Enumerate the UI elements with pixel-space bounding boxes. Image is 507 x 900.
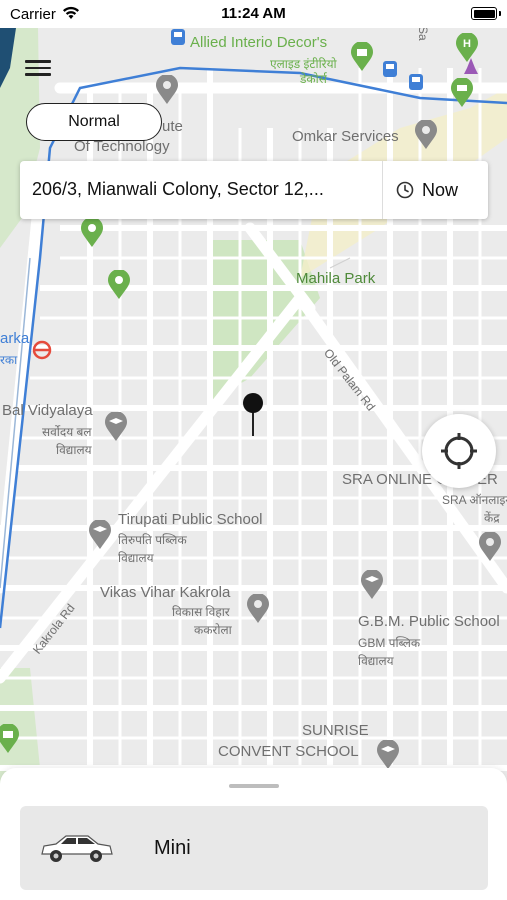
shopping-pin-icon[interactable] — [350, 42, 374, 72]
poi-label-omkar: Omkar Services — [292, 128, 399, 145]
svg-text:H: H — [463, 38, 471, 50]
poi-label-allied-hi-2: डेकोर्स — [300, 72, 327, 86]
poi-label-vikas-vihar: Vikas Vihar Kakrola — [100, 584, 231, 601]
school-pin-icon[interactable] — [88, 520, 112, 550]
map-pin-icon[interactable] — [246, 594, 270, 624]
poi-label-sra-hi-2: केंद्र — [484, 511, 500, 525]
current-location-button[interactable] — [422, 414, 496, 488]
road-label-sa: Sa — [416, 28, 430, 41]
poi-label-gbm: G.B.M. Public School — [358, 613, 500, 630]
map-pin-icon[interactable] — [478, 532, 502, 562]
clock-icon — [396, 181, 414, 199]
pickup-address-bar: 206/3, Mianwali Colony, Sector 12,... No… — [20, 161, 488, 219]
pickup-address-text[interactable]: 206/3, Mianwali Colony, Sector 12,... — [32, 179, 364, 200]
bus-stop-icon — [171, 29, 185, 45]
map-mode-button[interactable]: Normal — [26, 103, 162, 141]
battery-icon — [471, 7, 497, 20]
poi-label-sunrise-2: CONVENT SCHOOL — [218, 743, 359, 760]
park-pin-icon[interactable] — [107, 270, 131, 300]
pickup-location-pin-icon — [243, 393, 263, 436]
vehicle-option-mini[interactable]: Mini — [20, 806, 488, 890]
bus-stop-icon — [409, 74, 423, 90]
school-pin-icon[interactable] — [360, 570, 384, 600]
battery-tip — [499, 11, 501, 16]
school-pin-icon[interactable] — [376, 740, 400, 770]
poi-label-sra-hi-1: SRA ऑनलाइन — [442, 493, 507, 507]
rail-line — [0, 257, 31, 589]
poi-label-allied: Allied Interio Decor's — [190, 34, 328, 51]
poi-label-bal-hi-1: सर्वोदय बल — [42, 425, 92, 439]
poi-label-institute-1: ute — [162, 118, 183, 135]
poi-label-bal-vidyalaya: Bal Vidyalaya — [2, 402, 93, 419]
ride-time-picker[interactable]: Now — [382, 161, 488, 219]
shopping-pin-icon[interactable] — [0, 724, 20, 754]
hamburger-menu-icon[interactable] — [22, 56, 54, 82]
car-icon — [41, 835, 113, 862]
sheet-drag-handle[interactable] — [229, 784, 279, 788]
clock-time: 11:24 AM — [221, 5, 286, 22]
bus-stop-icon — [383, 61, 397, 77]
temple-icon — [464, 58, 478, 74]
poi-label-tirupati-hi-2: विद्यालय — [118, 551, 154, 565]
poi-label-gbm-hi-2: विद्यालय — [358, 654, 394, 668]
poi-label-vikas-hi-1: विकास विहार — [172, 605, 230, 619]
poi-label-bal-hi-2: विद्यालय — [56, 443, 92, 457]
park-pin-icon[interactable] — [80, 218, 104, 248]
status-bar: Carrier 11:24 AM — [0, 0, 507, 28]
ride-time-label: Now — [422, 179, 459, 200]
poi-label-tirupati-hi-1: तिरुपति पब्लिक — [118, 533, 187, 547]
map-pin-icon[interactable] — [414, 120, 438, 150]
vehicle-name: Mini — [154, 836, 191, 859]
park-label-mahila: Mahila Park — [296, 270, 376, 287]
school-pin-icon[interactable] — [104, 412, 128, 442]
poi-label-sunrise-1: SUNRISE — [302, 722, 369, 739]
station-label-dwarka-2: रका — [0, 353, 18, 367]
poi-label-tirupati: Tirupati Public School — [118, 511, 263, 528]
poi-label-gbm-hi-1: GBM पब्लिक — [358, 636, 421, 650]
crosshair-icon — [441, 433, 477, 469]
shopping-cart-pin-icon[interactable] — [450, 78, 474, 108]
metro-station-icon[interactable] — [32, 340, 52, 360]
station-label-dwarka-1: arka — [0, 330, 30, 347]
vehicle-bottom-sheet: Mini — [0, 768, 507, 900]
map-pin-icon[interactable] — [155, 75, 179, 105]
poi-label-vikas-hi-2: ककरोला — [194, 623, 232, 637]
